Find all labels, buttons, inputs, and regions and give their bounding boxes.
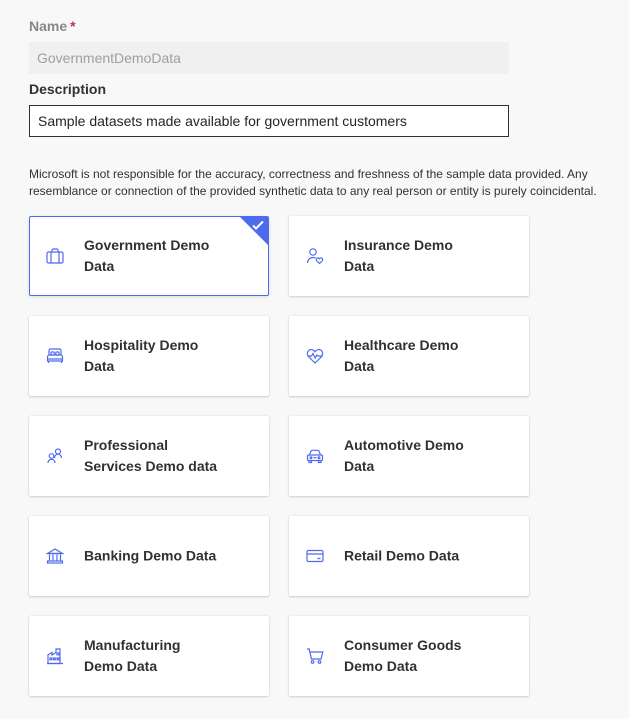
- card-insurance-demo-data[interactable]: Insurance Demo Data: [289, 216, 529, 296]
- heart-pulse-icon: [305, 346, 325, 366]
- card-title: Banking Demo Data: [84, 547, 217, 564]
- disclaimer-text: Microsoft is not responsible for the acc…: [29, 167, 597, 198]
- card-title: Hospitality Demo Data: [84, 337, 199, 374]
- card-title: Consumer Goods Demo Data: [344, 637, 462, 674]
- name-label-text: Name: [29, 18, 68, 34]
- card-title: Retail Demo Data: [344, 547, 460, 564]
- credit-card-icon: [305, 546, 325, 566]
- card-automotive-demo-data[interactable]: Automotive Demo Data: [289, 416, 529, 496]
- card-consumer-goods-demo-data[interactable]: Consumer Goods Demo Data: [289, 616, 529, 696]
- card-banking-demo-data[interactable]: Banking Demo Data: [29, 516, 269, 596]
- card-hospitality-demo-data[interactable]: Hospitality Demo Data: [29, 316, 269, 396]
- card-government-demo-data[interactable]: Government Demo Data: [29, 216, 269, 296]
- card-retail-demo-data[interactable]: Retail Demo Data: [289, 516, 529, 596]
- car-icon: [305, 446, 325, 466]
- card-title: Insurance Demo Data: [344, 237, 453, 274]
- card-title: Professional Services Demo data: [84, 437, 218, 474]
- person-heart-icon: [305, 246, 325, 266]
- description-label: Description: [29, 81, 107, 97]
- card-professional-services-demo-data[interactable]: Professional Services Demo data: [29, 416, 269, 496]
- card-title: Government Demo Data: [84, 237, 210, 274]
- card-healthcare-demo-data[interactable]: Healthcare Demo Data: [289, 316, 529, 396]
- card-manufacturing-demo-data[interactable]: Manufacturing Demo Data: [29, 616, 269, 696]
- bed-icon: [45, 346, 65, 366]
- people-icon: [45, 446, 65, 466]
- card-title: Automotive Demo Data: [344, 437, 464, 474]
- required-marker: *: [70, 18, 76, 34]
- card-title: Healthcare Demo Data: [344, 337, 459, 374]
- factory-icon: [45, 646, 65, 666]
- card-title: Manufacturing Demo Data: [84, 637, 181, 674]
- cart-icon: [305, 646, 325, 666]
- name-label: Name *: [29, 18, 76, 34]
- description-input[interactable]: [29, 105, 509, 137]
- bank-icon: [45, 546, 65, 566]
- briefcase-icon: [45, 246, 65, 266]
- name-input[interactable]: [29, 42, 509, 74]
- checkmark-icon: [251, 219, 265, 231]
